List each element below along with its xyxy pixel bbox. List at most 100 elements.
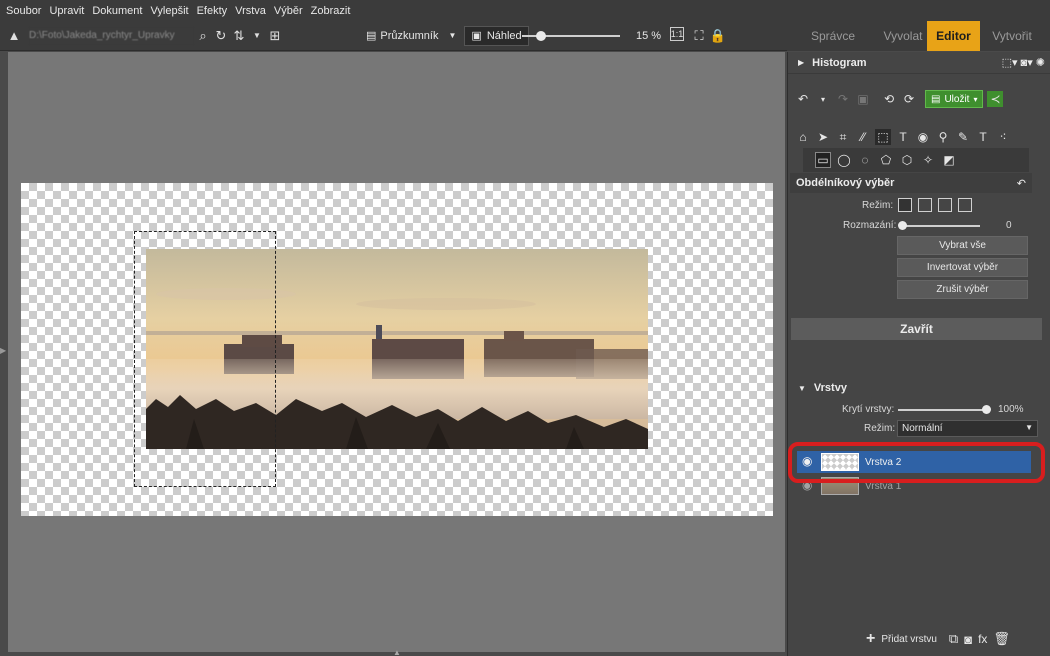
layers-footer: + Přidat vrstvu ⧉ ◙ fx 🗑 [866,630,1010,648]
left-panel-toggle[interactable]: ▶ [0,346,6,360]
blend-mode-select[interactable]: Normální ▼ [897,420,1038,437]
plus-icon[interactable]: + [866,630,875,648]
chevron-down-icon: ▾ [973,94,978,104]
selection-mode-group [898,198,972,212]
cancel-selection-button[interactable]: Zrušit výběr [897,280,1028,299]
more-tools-icon[interactable]: ⁖ [995,129,1011,145]
toolbar: ▲ D:\Foto\Jakeda_rychtyr_Upravky ⌕ ↻ ⇅ ▼… [0,21,787,51]
gradient-select-icon[interactable]: ◩ [941,152,957,168]
lasso-icon[interactable]: ◌ [857,152,873,168]
histogram-header[interactable]: ▶ Histogram ⬚▾ ◙▾ ✺ [788,52,1050,74]
mode-intersect-icon[interactable] [958,198,972,212]
refresh-icon[interactable]: ↻ [212,27,230,45]
blend-mode-value: Normální [902,423,943,434]
opacity-slider-knob[interactable] [982,405,991,414]
menu-vyber[interactable]: Výběr [274,5,303,17]
blur-label: Rozmazání: [843,220,897,231]
fit-screen-icon[interactable]: ⛶ [690,27,708,45]
text-box-icon[interactable]: T [895,129,911,145]
bottom-panel-toggle[interactable]: ▲ [393,648,403,656]
menu-vylepsit[interactable]: Vylepšit [150,5,188,17]
tab-spravce[interactable]: Správce [787,21,879,51]
chevron-down-icon[interactable]: ▾ [815,91,831,107]
opacity-slider[interactable] [898,409,986,411]
chevron-down-icon: ▼ [1025,423,1033,432]
right-panel: ▶ Histogram ⬚▾ ◙▾ ✺ ↶ ▾ ↷ ▣ ⟲ ⟳ ▤ Uložit… [787,52,1050,656]
rotate-right-icon[interactable]: ⟳ [901,91,917,107]
highlight-annotation [788,442,1045,483]
actual-size-icon[interactable]: 1:1 [670,27,684,41]
clone-stamp-icon[interactable]: ⚲ [935,129,951,145]
blur-slider[interactable] [900,225,980,227]
menu-zobrazit[interactable]: Zobrazit [311,5,351,17]
histogram-options-icon[interactable]: ⬚▾ ◙▾ ✺ [1002,56,1045,69]
crop-icon[interactable]: ⌗ [835,129,851,145]
browser-label: Průzkumník [380,29,439,42]
polygon-lasso-icon[interactable]: ⬠ [878,152,894,168]
image-icon: ▣ [471,30,482,42]
selection-tool-icon[interactable]: ⬚ [875,129,891,145]
histogram-title: Histogram [812,56,867,69]
share-icon[interactable]: ≺ [987,91,1004,107]
mode-subtract-icon[interactable] [938,198,952,212]
browser-dropdown[interactable]: ▤ Průzkumník ▼ [366,29,457,43]
eye-icon[interactable]: ◉ [915,129,931,145]
save-label: Uložit [944,93,970,105]
selection-marquee[interactable] [134,231,276,487]
brush-icon[interactable]: ✎ [955,129,971,145]
chevron-down-icon: ▼ [448,31,457,40]
tool-palette: ⌂ ➤ ⌗ ⁄⁄ ⬚ T ◉ ⚲ ✎ T ⁖ [788,129,1011,145]
search-icon[interactable]: ⌕ [194,27,212,45]
magic-wand-icon[interactable]: ✧ [920,152,936,168]
zoom-slider-knob[interactable] [536,31,546,41]
tool-title: Obdélníkový výběr [796,177,895,189]
redo-icon[interactable]: ↷ [835,91,851,107]
fx-icon[interactable]: fx [978,632,987,646]
mode-new-icon[interactable] [898,198,912,212]
save-icon: ▤ [931,93,941,105]
layers-header[interactable]: ▼ Vrstvy [790,379,1045,397]
blur-slider-knob[interactable] [898,221,907,230]
magnetic-lasso-icon[interactable]: ⬡ [899,152,915,168]
tab-vytvorit[interactable]: Vytvořit [980,21,1044,51]
chevron-down-icon: ▼ [798,383,806,393]
mask-icon[interactable]: ◙ [964,632,972,647]
perspective-icon[interactable]: ⁄⁄ [855,129,871,145]
layer-mode-label: Režim: [864,423,896,434]
menu-upravit[interactable]: Upravit [49,5,84,17]
save-button[interactable]: ▤ Uložit ▾ [925,90,984,108]
mode-tabs: Správce Vyvolat Editor Vytvořit [787,21,1050,51]
invert-selection-button[interactable]: Invertovat výběr [897,258,1028,277]
folder-up-icon[interactable]: ▲ [5,27,23,45]
menu-bar: Soubor Upravit Dokument Vylepšit Efekty … [0,0,1050,21]
rect-select-icon[interactable]: ▭ [815,152,831,168]
undo-icon[interactable]: ↶ [795,91,811,107]
text-tool-icon[interactable]: T [975,129,991,145]
add-folder-icon[interactable]: ⊞ [266,27,284,45]
history-icon[interactable]: ▣ [855,91,871,107]
sort-icon[interactable]: ⇅ [230,27,248,45]
mode-add-icon[interactable] [918,198,932,212]
lock-icon[interactable]: 🔒 [709,27,727,45]
preview-button[interactable]: ▣ Náhled [464,25,529,46]
menu-efekty[interactable]: Efekty [197,5,228,17]
duplicate-layer-icon[interactable]: ⧉ [949,631,958,647]
home-icon[interactable]: ⌂ [795,129,811,145]
close-button[interactable]: Zavřít [791,318,1042,340]
menu-soubor[interactable]: Soubor [6,5,41,17]
tab-vyvolat[interactable]: Vyvolat [879,21,927,51]
menu-vrstva[interactable]: Vrstva [235,5,266,17]
menu-dokument[interactable]: Dokument [92,5,142,17]
reset-icon[interactable]: ↶ [1017,177,1026,190]
rotate-left-icon[interactable]: ⟲ [881,91,897,107]
path-field[interactable]: D:\Foto\Jakeda_rychtyr_Upravky [29,26,194,45]
ellipse-select-icon[interactable]: ◯ [836,152,852,168]
chevron-right-icon: ▶ [798,58,805,67]
trash-icon[interactable]: 🗑 [993,631,1010,647]
history-toolbar: ↶ ▾ ↷ ▣ ⟲ ⟳ ▤ Uložit ▾ ≺ [788,90,1004,108]
chevron-down-icon[interactable]: ▼ [248,27,266,45]
tab-editor[interactable]: Editor [927,21,980,51]
pointer-icon[interactable]: ➤ [815,129,831,145]
add-layer-label[interactable]: Přidat vrstvu [881,634,937,645]
select-all-button[interactable]: Vybrat vše [897,236,1028,255]
